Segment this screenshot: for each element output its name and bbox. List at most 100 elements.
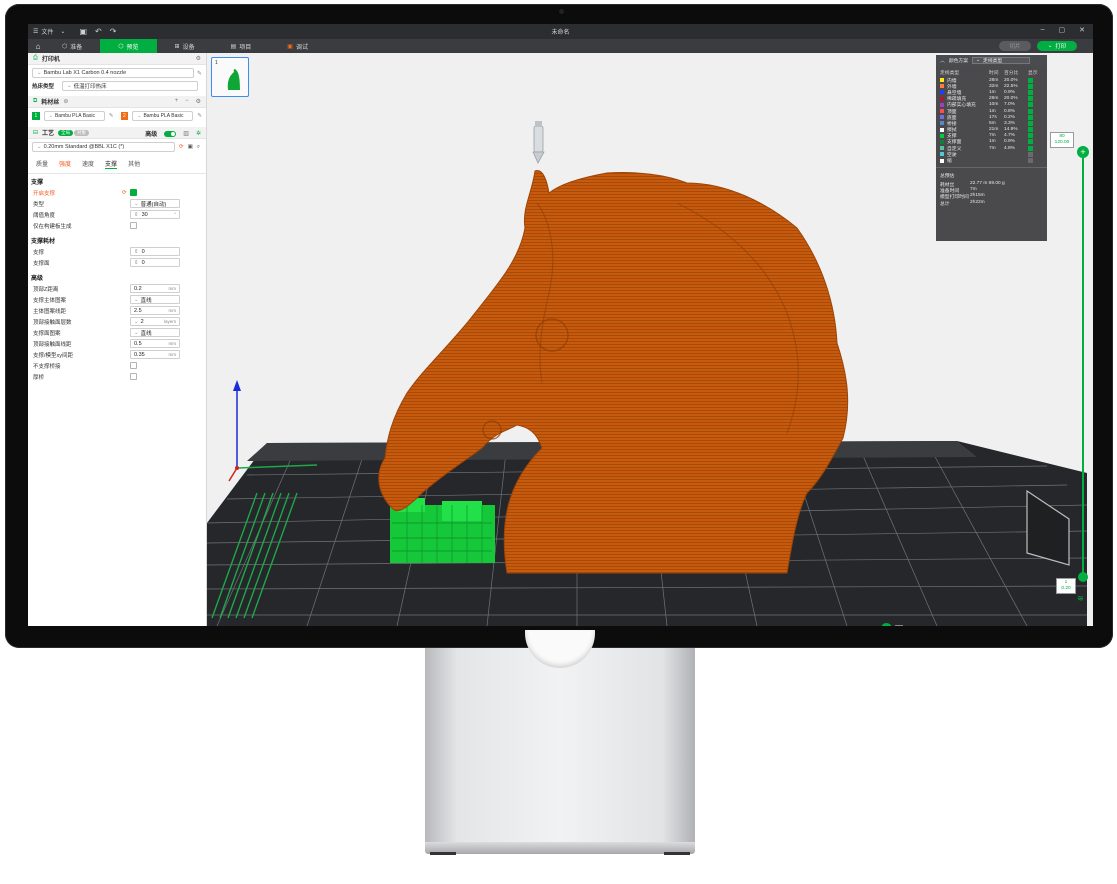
legend-visibility-checkbox[interactable] xyxy=(1028,77,1033,83)
filament-select-2[interactable]: ⌄ Bambu PLA Basic xyxy=(132,111,194,121)
print-button[interactable]: ⌄ 打印 xyxy=(1037,41,1077,51)
base-pattern-spacing-input[interactable]: 2.5 mm xyxy=(130,306,180,315)
legend-visibility-checkbox[interactable] xyxy=(1028,139,1033,145)
tab-debug[interactable]: ▣ 调试 xyxy=(269,39,326,53)
thick-bridge-label: 厚桥 xyxy=(33,374,45,381)
legend-swatch xyxy=(940,78,944,83)
support-group-title: 支撑 xyxy=(31,180,44,186)
legend-swatch xyxy=(940,102,944,107)
advanced-row: 顶部接触面层数 ⌄ 2 layers xyxy=(28,316,206,327)
legend-visibility-checkbox[interactable] xyxy=(1028,108,1033,114)
legend-visibility-checkbox[interactable] xyxy=(1028,151,1033,157)
gear-icon[interactable]: ✲ xyxy=(196,130,201,137)
maximize-icon[interactable]: ▢ xyxy=(1059,26,1066,34)
support-xy-distance-input[interactable]: 0.35 mm xyxy=(130,350,180,359)
advanced-row: 顶部Z距离 0.2 mm xyxy=(28,283,206,294)
debug-icon: ▣ xyxy=(287,43,293,50)
subtab-support[interactable]: 支撑 xyxy=(105,159,118,169)
tab-preview[interactable]: ⬡ 预览 xyxy=(100,39,157,53)
preview-viewport[interactable]: 1 ︿ 颜色方案 ⌄ 走线类型 走线类型 时间 百分比 显示 内墙 28m 20… xyxy=(207,53,1093,626)
threshold-angle-input[interactable]: ⇕ 30 ° xyxy=(130,210,180,219)
search-icon[interactable]: ⌕ xyxy=(197,144,200,151)
collapse-icon[interactable]: ︿ xyxy=(940,57,945,64)
legend-swatch xyxy=(940,115,944,120)
support-type-label: 类型 xyxy=(33,201,45,208)
minus-icon[interactable]: − xyxy=(185,98,189,105)
legend-visibility-checkbox[interactable] xyxy=(1028,133,1033,139)
base-pattern-select[interactable]: ⌄ 直线 xyxy=(130,295,180,304)
filament-slot-1[interactable]: 1 xyxy=(32,112,40,120)
legend-visibility-checkbox[interactable] xyxy=(1028,127,1033,133)
legend-swatch xyxy=(940,109,944,114)
subtab-quality[interactable]: 质量 xyxy=(36,159,48,169)
legend-visibility-checkbox[interactable] xyxy=(1028,83,1033,89)
tab-device[interactable]: ⊞ 设备 xyxy=(157,39,213,53)
gear-icon[interactable]: ⚙ xyxy=(196,55,201,62)
legend-visibility-checkbox[interactable] xyxy=(1028,96,1033,102)
save-icon[interactable]: ▣ xyxy=(188,144,193,150)
advanced-row: 主体图案线距 2.5 mm xyxy=(28,305,206,316)
edit-icon[interactable]: ✎ xyxy=(109,113,114,119)
thick-bridge-checkbox[interactable] xyxy=(130,373,137,380)
top-layer-label: 80 120.00 xyxy=(1050,132,1074,148)
top-z-distance-input[interactable]: 0.2 mm xyxy=(130,284,180,293)
minimize-icon[interactable]: – xyxy=(1041,26,1045,34)
plus-icon[interactable]: + xyxy=(175,98,179,105)
window-title: 未命名 xyxy=(551,30,570,36)
interface-filament-input[interactable]: ⇕ 0 xyxy=(130,258,180,267)
edit-icon[interactable]: ✎ xyxy=(197,113,202,119)
legend-swatch xyxy=(940,139,944,144)
layer-slider-track[interactable] xyxy=(1082,153,1084,577)
object-badge[interactable]: 对象 xyxy=(74,129,90,136)
desktop-scene: ☰ 文件 ⌄ ▣ ↶ ↷ 未命名 – ▢ ✕ ⌂ ⬡ 准备 ⬡ 预览 ⊞ 设备 … xyxy=(0,0,1117,884)
bed-type-select[interactable]: ⌄ 低温打印热床 xyxy=(62,81,198,91)
top-interface-spacing-input[interactable]: 0.5 mm xyxy=(130,339,180,348)
process-section-header: ⊟ 工艺 全局 对象 高级 ▥ ✲ xyxy=(28,127,206,139)
global-badge[interactable]: 全局 xyxy=(58,129,74,136)
layer-slider-top-handle[interactable]: + xyxy=(1077,146,1089,158)
no-bridge-checkbox[interactable] xyxy=(130,362,137,369)
tab-project[interactable]: ▤ 项目 xyxy=(213,39,270,53)
subtab-strength[interactable]: 强度 xyxy=(59,159,71,169)
support-type-select[interactable]: ⌄ 普通(自动) xyxy=(130,199,180,208)
legend-visibility-checkbox[interactable] xyxy=(1028,145,1033,151)
cube-icon: ⬡ xyxy=(118,43,124,50)
compare-icon[interactable]: ▥ xyxy=(183,130,189,137)
sync-icon[interactable]: ⊜ xyxy=(63,98,68,105)
legend-visibility-checkbox[interactable] xyxy=(1028,158,1033,164)
layer-slider-bottom-handle[interactable] xyxy=(1078,572,1088,582)
enable-support-checkbox[interactable] xyxy=(130,189,137,196)
subtab-speed[interactable]: 速度 xyxy=(82,159,94,169)
layers-icon[interactable]: ≋ xyxy=(1077,594,1084,603)
gear-icon[interactable]: ⚙ xyxy=(196,98,201,105)
interface-filament-label: 支撑面 xyxy=(33,260,50,267)
edit-icon[interactable]: ✎ xyxy=(197,70,202,77)
legend-visibility-checkbox[interactable] xyxy=(1028,102,1033,108)
advanced-toggle[interactable] xyxy=(164,130,177,137)
legend-visibility-checkbox[interactable] xyxy=(1028,114,1033,120)
legend-visibility-checkbox[interactable] xyxy=(1028,120,1033,126)
plate-thumbnail[interactable]: 1 xyxy=(211,57,249,97)
filament-select-1[interactable]: ⌄ Bambu PLA Basic xyxy=(43,111,105,121)
home-icon[interactable]: ⌂ xyxy=(28,42,48,51)
slice-button[interactable]: 切片 xyxy=(999,41,1031,51)
close-icon[interactable]: ✕ xyxy=(1079,26,1085,34)
color-scheme-select[interactable]: ⌄ 走线类型 xyxy=(972,57,1031,64)
bottom-layer-label: 1 0.20 xyxy=(1056,578,1076,594)
printer-select[interactable]: ⌄ Bambu Lab X1 Carbon 0.4 nozzle xyxy=(32,68,194,78)
subtab-others[interactable]: 其他 xyxy=(128,159,140,169)
legend-visibility-checkbox[interactable] xyxy=(1028,89,1033,95)
legend-swatch xyxy=(940,152,944,157)
interface-pattern-select[interactable]: ⌄ 直线 xyxy=(130,328,180,337)
support-filament-input[interactable]: ⇕ 0 xyxy=(130,247,180,256)
reset-icon[interactable]: ⟳ xyxy=(179,144,184,150)
z-axis-arrow xyxy=(233,380,241,391)
filament-slot-2[interactable]: 2 xyxy=(120,112,129,120)
tab-prepare[interactable]: ⬡ 准备 xyxy=(48,39,100,53)
reset-icon[interactable]: ⟳ xyxy=(122,190,130,196)
process-preset-select[interactable]: ⌄ 0.20mm Standard @BBL X1C (*) xyxy=(32,142,175,152)
on-build-plate-checkbox[interactable] xyxy=(130,222,137,229)
monitor-foot xyxy=(664,852,690,855)
title-bar: ☰ 文件 ⌄ ▣ ↶ ↷ 未命名 – ▢ ✕ xyxy=(28,24,1093,39)
top-interface-layers-input[interactable]: ⌄ 2 layers xyxy=(130,317,180,326)
